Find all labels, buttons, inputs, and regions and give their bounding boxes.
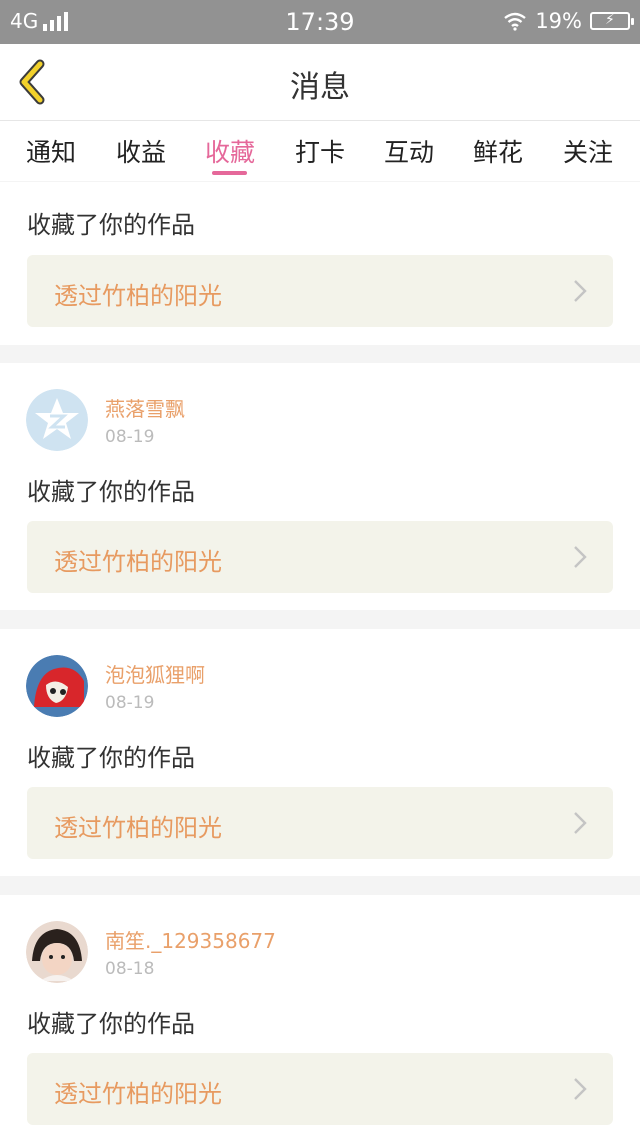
action-text: 收藏了你的作品 [27,744,195,772]
chevron-right-icon [574,546,587,568]
notification-card: 收藏了你的作品 透过竹柏的阳光 [0,182,640,345]
notification-card: 南笙._129358677 08-18 收藏了你的作品 透过竹柏的阳光 [0,895,640,1138]
work-title: 透过竹柏的阳光 [54,814,222,842]
username[interactable]: 燕落雪飘 [105,393,185,422]
status-right: 19% ⚡ [503,9,634,33]
nav-bar: 消息 [0,44,640,121]
tab-favorites[interactable]: 收藏 [185,133,275,169]
wifi-icon [504,12,527,31]
work-link[interactable]: 透过竹柏的阳光 [27,787,613,859]
status-bar: 4G 17:39 19% ⚡ [0,0,640,44]
action-text: 收藏了你的作品 [27,478,195,506]
date: 08-18 [105,959,155,979]
work-title: 透过竹柏的阳光 [54,1080,222,1108]
tab-bar: 通知 收益 收藏 打卡 互动 鲜花 关注 [0,121,640,181]
date: 08-19 [105,693,155,713]
chevron-right-icon [574,1078,587,1100]
active-tab-indicator [212,171,247,175]
work-link[interactable]: 透过竹柏的阳光 [27,255,613,327]
avatar[interactable] [26,655,88,717]
tab-income[interactable]: 收益 [96,133,186,169]
action-text: 收藏了你的作品 [27,211,195,239]
chevron-right-icon [574,280,587,302]
notification-card: 燕落雪飘 08-19 收藏了你的作品 透过竹柏的阳光 [0,363,640,610]
work-link[interactable]: 透过竹柏的阳光 [27,521,613,593]
username[interactable]: 南笙._129358677 [105,925,276,954]
page-title: 消息 [290,70,350,105]
work-title: 透过竹柏的阳光 [54,548,222,576]
tab-follow[interactable]: 关注 [543,133,633,169]
battery-percent: 19% [535,9,582,33]
notification-card: 泡泡狐狸啊 08-19 收藏了你的作品 透过竹柏的阳光 [0,629,640,876]
avatar[interactable] [26,921,88,983]
chevron-right-icon [574,812,587,834]
work-title: 透过竹柏的阳光 [54,282,222,310]
tab-notice[interactable]: 通知 [6,133,96,169]
avatar[interactable] [26,389,88,451]
action-text: 收藏了你的作品 [27,1010,195,1038]
date: 08-19 [105,427,155,447]
battery-icon: ⚡ [590,12,634,30]
tab-checkin[interactable]: 打卡 [275,133,365,169]
work-link[interactable]: 透过竹柏的阳光 [27,1053,613,1125]
tab-interaction[interactable]: 互动 [364,133,454,169]
tab-flowers[interactable]: 鲜花 [453,133,543,169]
username[interactable]: 泡泡狐狸啊 [105,659,205,688]
